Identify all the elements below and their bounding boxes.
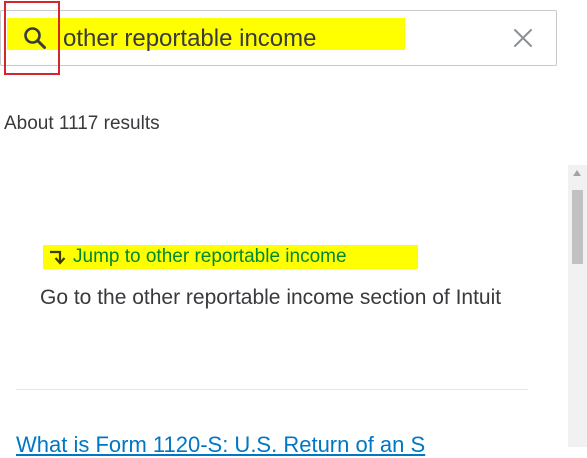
jump-link-label: Jump to other reportable income bbox=[73, 246, 347, 267]
search-input[interactable] bbox=[63, 22, 493, 56]
arrow-down-right-icon bbox=[47, 247, 67, 267]
search-icon-annotation-box bbox=[4, 1, 60, 75]
jump-link[interactable]: Jump to other reportable income bbox=[47, 245, 347, 269]
scrollbar-thumb[interactable] bbox=[572, 190, 583, 264]
result-description: Go to the other reportable income sectio… bbox=[40, 286, 502, 309]
divider bbox=[16, 389, 528, 390]
next-result-link[interactable]: What is Form 1120-S: U.S. Return of an S bbox=[16, 432, 425, 458]
close-icon[interactable] bbox=[512, 27, 534, 49]
scroll-up-arrow-icon[interactable] bbox=[573, 170, 581, 176]
results-count: About 1117 results bbox=[4, 113, 160, 134]
